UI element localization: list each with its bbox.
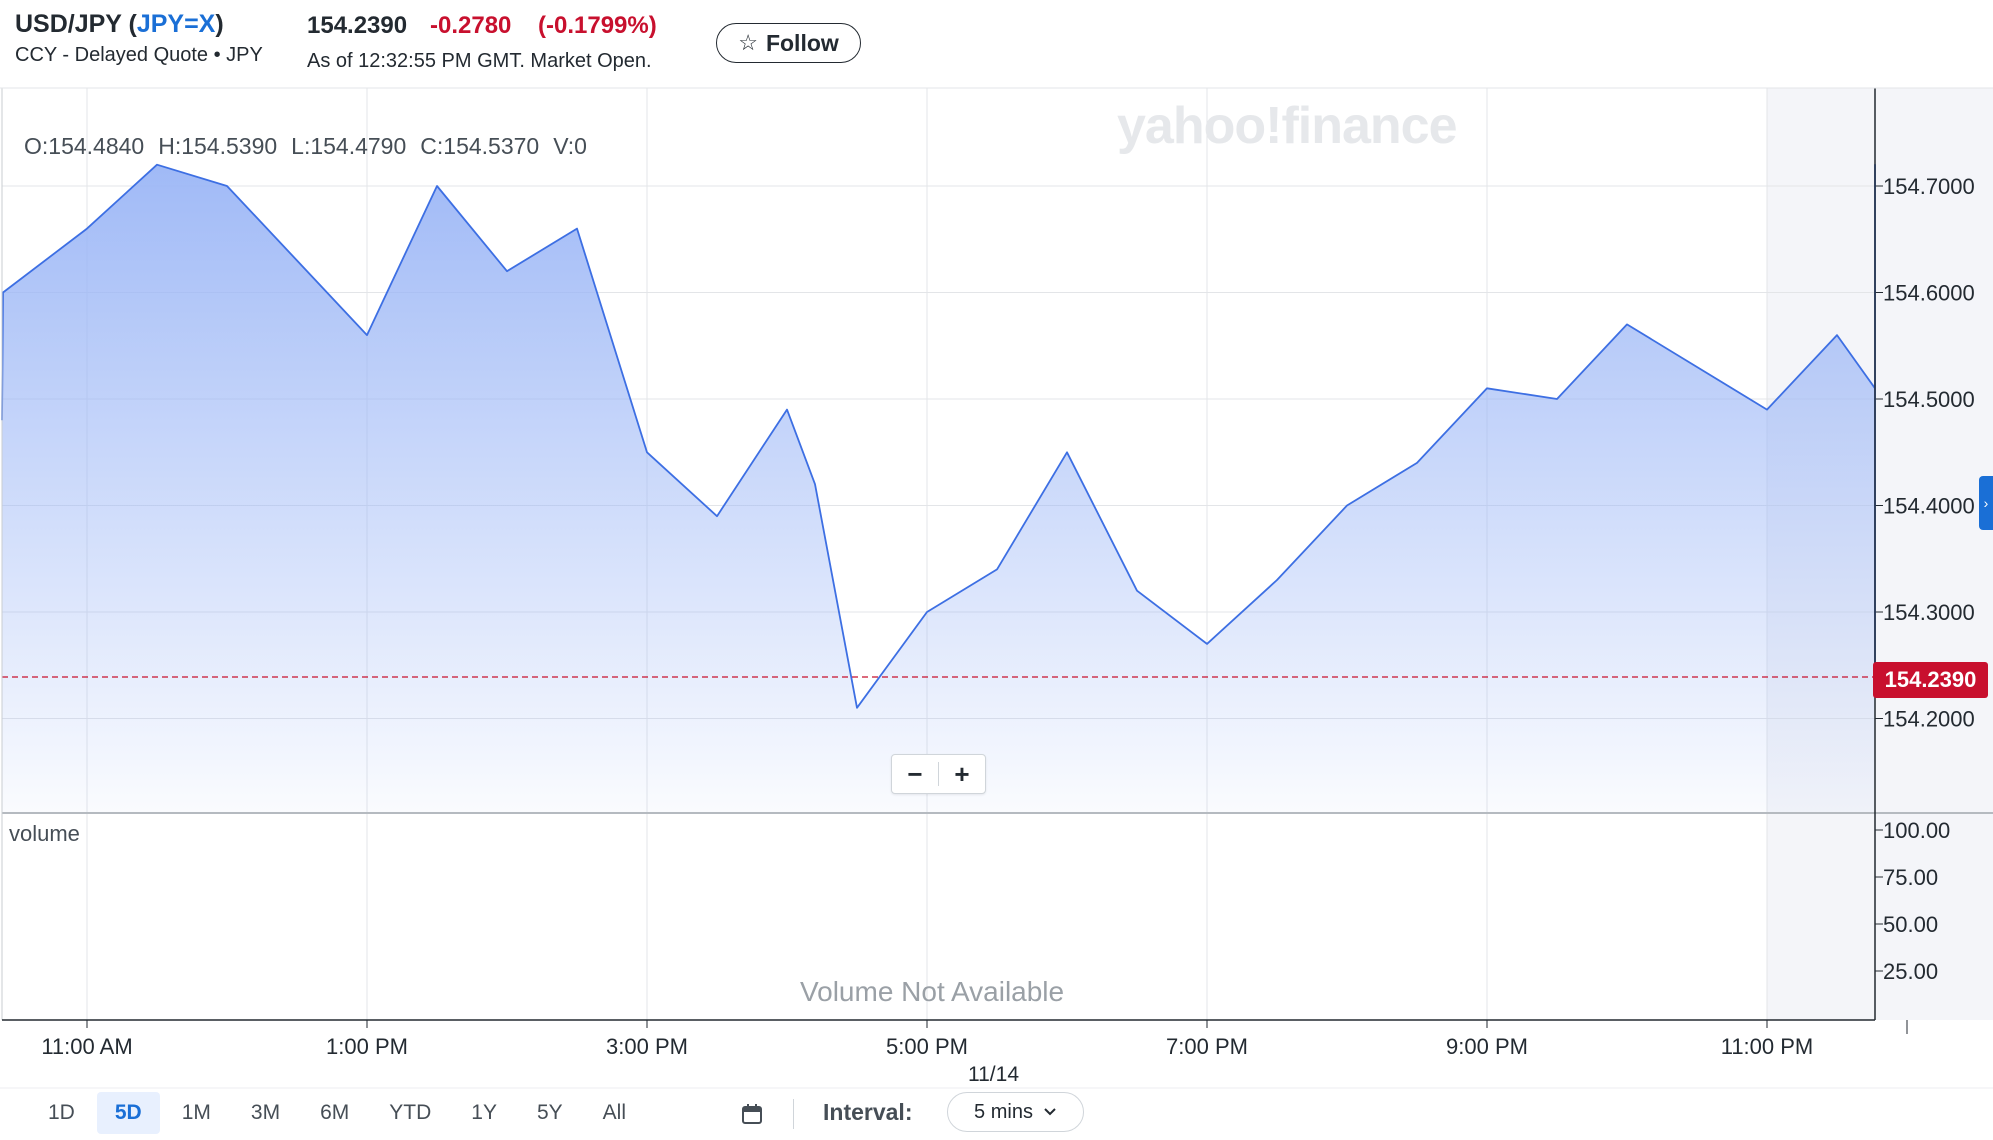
range-1m[interactable]: 1M bbox=[164, 1092, 229, 1134]
volume-tick-label-3: 25.00 bbox=[1883, 959, 1938, 984]
date-picker-button[interactable] bbox=[735, 1097, 769, 1131]
zoom-controls: − + bbox=[891, 754, 986, 794]
range-6m[interactable]: 6M bbox=[302, 1092, 367, 1134]
chevron-down-icon bbox=[1044, 1108, 1056, 1116]
range-1y[interactable]: 1Y bbox=[453, 1092, 515, 1134]
range-selector: 1D 5D 1M 3M 6M YTD 1Y 5Y All bbox=[30, 1092, 644, 1134]
y-tick-label-1: 154.6000 bbox=[1883, 281, 1975, 306]
ticker-open: ( bbox=[128, 10, 137, 38]
volume-tick-label-2: 50.00 bbox=[1883, 912, 1938, 937]
range-ytd[interactable]: YTD bbox=[371, 1092, 449, 1134]
interval-label: Interval: bbox=[823, 1099, 913, 1125]
ohlc-open: O:154.4840 bbox=[24, 133, 145, 159]
y-tick-label-0: 154.7000 bbox=[1883, 174, 1975, 199]
x-tick-label-2: 3:00 PM bbox=[606, 1034, 688, 1059]
x-tick-label-6: 11:00 PM bbox=[1721, 1034, 1814, 1059]
ohlc-low: L:154.4790 bbox=[291, 133, 407, 159]
volume-tick-label-1: 75.00 bbox=[1883, 865, 1938, 890]
y-tick-label-4: 154.3000 bbox=[1883, 600, 1975, 625]
volume-tick-label-0: 100.00 bbox=[1883, 818, 1950, 843]
ohlc-readout: O:154.4840 H:154.5390 L:154.4790 C:154.5370… bbox=[24, 133, 601, 160]
range-5y[interactable]: 5Y bbox=[519, 1092, 581, 1134]
ohlc-close: C:154.5370 bbox=[420, 133, 540, 159]
ticker-close: ) bbox=[215, 10, 224, 38]
pair-name: USD/JPY bbox=[15, 10, 122, 38]
last-price: 154.2390 bbox=[307, 12, 408, 39]
price-chart[interactable]: 154.7000 154.6000 154.5000 154.4000 154.3000… bbox=[0, 0, 1993, 1090]
follow-button[interactable]: ☆ Follow bbox=[716, 23, 861, 63]
x-tick-label-0: 11:00 AM bbox=[41, 1034, 132, 1059]
market-status: As of 12:32:55 PM GMT. Market Open. bbox=[307, 50, 652, 72]
range-5d[interactable]: 5D bbox=[96, 1092, 160, 1134]
toolbar-divider bbox=[793, 1099, 794, 1129]
chevron-right-icon: › bbox=[1983, 495, 1989, 511]
volume-panel-label: volume bbox=[9, 821, 80, 846]
calendar-icon bbox=[742, 1104, 762, 1124]
price-area bbox=[2, 164, 1875, 813]
x-tick-label-3: 5:00 PM bbox=[886, 1034, 968, 1059]
quote-subtitle: CCY - Delayed Quote • JPY bbox=[15, 44, 263, 66]
ohlc-volume: V:0 bbox=[553, 133, 587, 159]
panel-expand-tab[interactable]: › bbox=[1979, 476, 1993, 530]
star-outline-icon: ☆ bbox=[738, 30, 758, 55]
y-tick-label-2: 154.5000 bbox=[1883, 387, 1975, 412]
x-tick-label-1: 1:00 PM bbox=[326, 1034, 408, 1059]
yahoo-finance-watermark: yahoo!finance bbox=[1117, 97, 1457, 155]
x-tick-label-4: 7:00 PM bbox=[1166, 1034, 1248, 1059]
interval-value: 5 mins bbox=[974, 1100, 1033, 1123]
ohlc-high: H:154.5390 bbox=[158, 133, 278, 159]
range-3m[interactable]: 3M bbox=[233, 1092, 298, 1134]
range-all[interactable]: All bbox=[585, 1092, 644, 1134]
zoom-in-button[interactable]: + bbox=[939, 755, 985, 793]
ticker-link[interactable]: JPY=X bbox=[137, 10, 216, 38]
symbol-title: USD/JPY (JPY=X) bbox=[15, 10, 224, 39]
current-price-tag: 154.2390 bbox=[1873, 662, 1988, 698]
date-marker-label: 11/14 bbox=[968, 1063, 1019, 1086]
interval-dropdown[interactable]: 5 mins bbox=[947, 1092, 1084, 1132]
price-change: -0.2780 bbox=[430, 12, 512, 39]
follow-label: Follow bbox=[765, 29, 839, 56]
y-tick-label-3: 154.4000 bbox=[1883, 494, 1975, 519]
x-tick-label-5: 9:00 PM bbox=[1446, 1034, 1528, 1059]
y-tick-label-5: 154.2000 bbox=[1883, 707, 1975, 732]
volume-not-available: Volume Not Available bbox=[800, 976, 1065, 1007]
zoom-out-button[interactable]: − bbox=[892, 755, 938, 793]
price-change-percent: (-0.1799%) bbox=[538, 12, 657, 39]
range-1d[interactable]: 1D bbox=[30, 1092, 93, 1134]
